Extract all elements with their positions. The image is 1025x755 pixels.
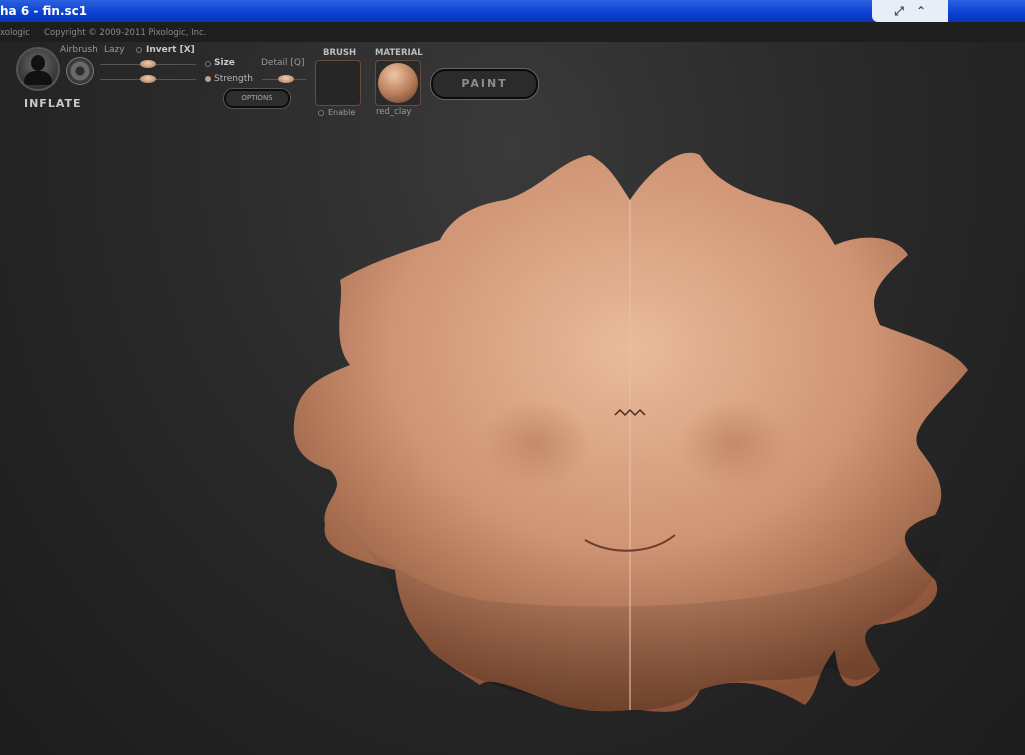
enable-toggle[interactable] (318, 110, 324, 116)
material-swatch[interactable] (375, 60, 421, 106)
airbrush-label: Airbrush (60, 45, 98, 55)
size-slider-thumb[interactable] (140, 60, 156, 68)
chevron-up-icon[interactable]: ⌃ (912, 3, 930, 19)
canvas-viewport[interactable] (0, 130, 1025, 755)
invert-toggle[interactable] (136, 47, 142, 53)
detail-label: Detail [Q] (261, 58, 305, 68)
brush-preview-icon[interactable] (16, 47, 60, 91)
brush-title: BRUSH (323, 48, 357, 58)
brush-name: INFLATE (24, 97, 82, 110)
enable-label: Enable (328, 108, 356, 117)
clay-body (293, 152, 968, 712)
right-eye-dent (680, 400, 790, 490)
window-title: ha 6 - fin.sc1 (0, 4, 88, 18)
lazy-label: Lazy (104, 45, 125, 55)
material-ball-icon (378, 63, 418, 103)
brand-text: xologic (0, 28, 30, 38)
detail-slider-thumb[interactable] (278, 75, 294, 83)
sculpt-model[interactable] (0, 130, 1025, 755)
invert-label: Invert [X] (146, 45, 195, 55)
strength-toggle[interactable] (205, 76, 211, 82)
size-toggle[interactable] (205, 61, 211, 67)
info-strip: xologic Copyright © 2009-2011 Pixologic,… (0, 22, 1025, 42)
strength-label: Strength (214, 74, 253, 84)
size-label: Size (214, 58, 235, 68)
window-controls: ⤢ ⌃ (872, 0, 948, 22)
left-eye-dent (480, 400, 590, 490)
brush-shoulders-shape (24, 71, 52, 85)
options-button[interactable]: OPTIONS (224, 89, 290, 108)
brush-head-shape (31, 55, 45, 71)
airbrush-icon[interactable] (66, 57, 94, 85)
paint-button[interactable]: PAINT (431, 69, 538, 99)
copyright-text: Copyright © 2009-2011 Pixologic, Inc. (44, 28, 207, 38)
brush-swatch[interactable] (315, 60, 361, 106)
strength-slider-thumb[interactable] (140, 75, 156, 83)
material-title: MATERIAL (375, 48, 423, 58)
restore-icon[interactable]: ⤢ (890, 3, 908, 19)
material-name: red_clay (376, 107, 412, 117)
window-titlebar: ha 6 - fin.sc1 ⤢ ⌃ (0, 0, 1025, 22)
